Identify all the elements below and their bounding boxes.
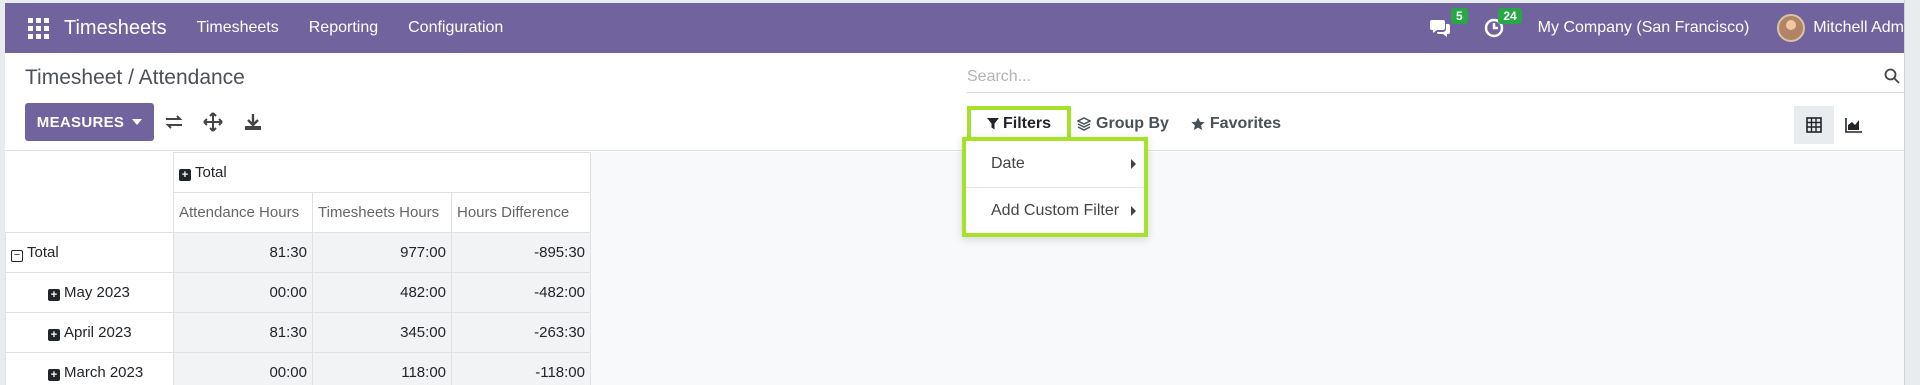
favorites-label: Favorites <box>1209 115 1282 132</box>
cell-value[interactable]: 00:00 <box>173 352 313 385</box>
graph-view-button[interactable] <box>1834 106 1874 144</box>
caret-right-icon <box>1131 206 1136 216</box>
caret-right-icon <box>1131 159 1136 169</box>
row-header-month[interactable]: + April 2023 <box>5 312 174 353</box>
row-header-month[interactable]: + March 2023 <box>5 352 174 385</box>
search-icon[interactable] <box>1884 68 1900 84</box>
menu-configuration[interactable]: Configuration <box>408 19 503 37</box>
pivot-view-button[interactable] <box>1794 106 1834 144</box>
flip-axis-icon[interactable] <box>163 111 185 133</box>
filter-icon <box>987 118 999 130</box>
search-input[interactable] <box>967 63 1904 91</box>
activities-button[interactable]: 24 <box>1482 8 1522 40</box>
area-chart-icon <box>1845 118 1862 133</box>
top-navbar: Timesheets Timesheets Reporting Configur… <box>5 3 1904 53</box>
table-icon <box>1806 117 1822 133</box>
row-header-month[interactable]: + May 2023 <box>5 272 174 313</box>
pivot-container: + Total Attendance Hours Timesheets Hours… <box>5 152 1904 385</box>
group-by-button[interactable]: Group By <box>1077 115 1169 133</box>
group-by-label: Group By <box>1096 115 1169 132</box>
activities-badge: 24 <box>1498 8 1522 24</box>
chat-icon <box>1429 20 1450 37</box>
view-switcher <box>1794 106 1874 144</box>
cell-value[interactable]: 345:00 <box>312 312 452 353</box>
cell-value[interactable]: 977:00 <box>312 232 452 273</box>
messages-button[interactable]: 5 <box>1428 8 1468 40</box>
measure-header-difference[interactable]: Hours Difference <box>451 192 591 233</box>
chevron-down-icon <box>132 119 143 125</box>
control-panel: Timesheet / Attendance MEASURES Filters <box>5 53 1904 151</box>
user-menu[interactable]: Mitchell Adm <box>1813 19 1904 37</box>
cell-value[interactable]: 00:00 <box>173 272 313 313</box>
expand-icon: + <box>48 329 60 341</box>
expand-all-icon[interactable] <box>202 111 224 133</box>
measure-header-timesheets[interactable]: Timesheets Hours <box>312 192 452 233</box>
app-title[interactable]: Timesheets <box>64 17 167 40</box>
pivot-corner <box>5 152 174 193</box>
cell-value[interactable]: 118:00 <box>312 352 452 385</box>
filters-dropdown: Date Add Custom Filter <box>962 137 1148 237</box>
search-bar <box>967 63 1904 93</box>
filter-option-custom[interactable]: Add Custom Filter <box>966 187 1144 233</box>
filter-option-date[interactable]: Date <box>966 141 1144 187</box>
cell-value[interactable]: -118:00 <box>451 352 591 385</box>
measures-label: MEASURES <box>36 113 125 131</box>
cell-value[interactable]: -263:30 <box>451 312 591 353</box>
layers-icon <box>1077 117 1092 131</box>
apps-menu-icon[interactable] <box>26 16 50 40</box>
expand-icon: + <box>48 369 60 381</box>
table-row: + April 2023 81:30 345:00 -263:30 <box>5 312 591 353</box>
expand-icon: + <box>48 289 60 301</box>
pivot-table: + Total Attendance Hours Timesheets Hours… <box>5 152 591 385</box>
window-scrollbar[interactable] <box>1904 0 1920 385</box>
row-header-total[interactable]: − Total <box>5 232 174 273</box>
cell-value[interactable]: 482:00 <box>312 272 452 313</box>
expand-icon: + <box>179 169 191 181</box>
table-row: − Total 81:30 977:00 -895:30 <box>5 232 591 273</box>
company-switcher[interactable]: My Company (San Francisco) <box>1538 19 1750 37</box>
user-avatar[interactable] <box>1777 14 1806 42</box>
cell-value[interactable]: -895:30 <box>451 232 591 273</box>
table-row: + May 2023 00:00 482:00 -482:00 <box>5 272 591 313</box>
measure-header-attendance[interactable]: Attendance Hours <box>173 192 313 233</box>
table-row: + March 2023 00:00 118:00 -118:00 <box>5 352 591 385</box>
measures-button[interactable]: MEASURES <box>25 103 154 141</box>
favorites-button[interactable]: Favorites <box>1191 115 1281 133</box>
messages-badge: 5 <box>1450 8 1468 24</box>
menu-timesheets[interactable]: Timesheets <box>197 19 279 37</box>
col-header-total[interactable]: + Total <box>173 152 591 193</box>
filters-label: Filters <box>1003 115 1052 132</box>
collapse-icon: − <box>11 249 23 262</box>
menu-reporting[interactable]: Reporting <box>309 19 378 37</box>
cell-value[interactable]: -482:00 <box>451 272 591 313</box>
pivot-corner-lower <box>5 192 174 233</box>
cell-value[interactable]: 81:30 <box>173 232 313 273</box>
cell-value[interactable]: 81:30 <box>173 312 313 353</box>
star-icon <box>1191 117 1205 130</box>
download-icon[interactable] <box>242 111 264 133</box>
breadcrumb: Timesheet / Attendance <box>25 66 245 89</box>
